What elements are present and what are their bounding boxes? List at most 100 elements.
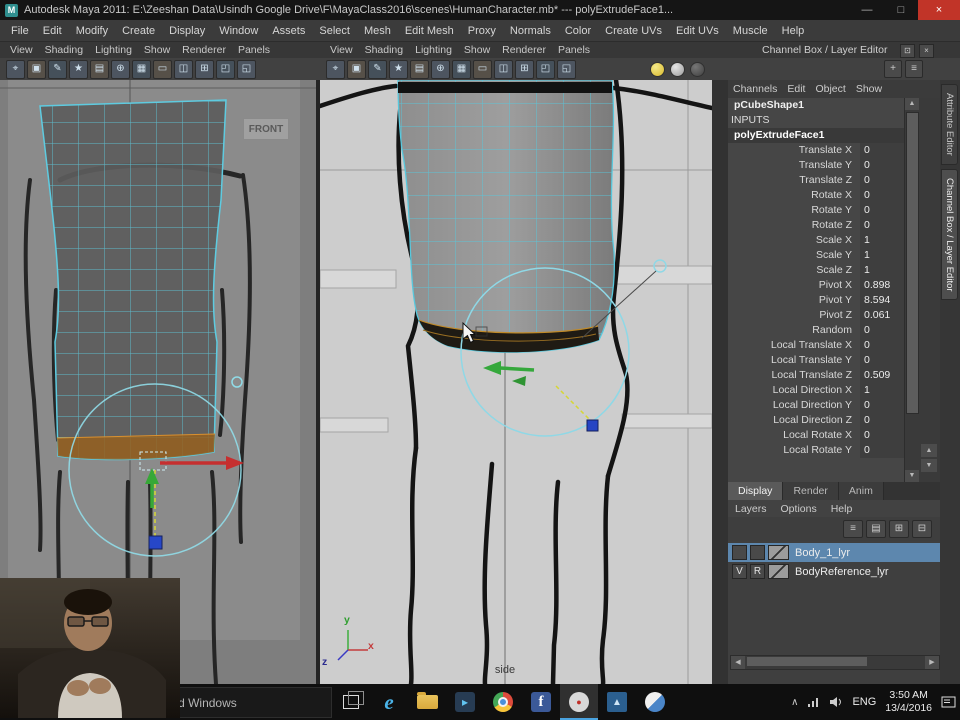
film-gate-icon[interactable]: ▭ <box>153 60 172 79</box>
layer-sort-icon[interactable]: ≡ <box>843 520 863 538</box>
action-center-icon[interactable] <box>941 696 956 708</box>
layer-menu-item[interactable]: Layers <box>728 503 774 515</box>
input-node-name[interactable]: polyExtrudeFace1 <box>728 128 904 143</box>
layer-list-scrollbar[interactable]: ◀ ▶ <box>730 655 940 670</box>
image-plane-icon[interactable]: ▤ <box>410 60 429 79</box>
panel-menu-item[interactable]: Shading <box>359 44 410 56</box>
safe-title-icon[interactable]: ◱ <box>237 60 256 79</box>
screen-recorder-button[interactable]: ● <box>560 684 598 720</box>
channel-attribute-value[interactable]: 0 <box>860 143 904 158</box>
torso-mesh-3d[interactable] <box>397 80 615 353</box>
layer-color-swatch[interactable] <box>768 545 789 560</box>
layer-row[interactable]: V R BodyReference_lyr <box>728 562 940 581</box>
menu-item[interactable]: Edit Mesh <box>398 25 461 37</box>
z-axis-handle[interactable] <box>586 419 599 432</box>
menu-item[interactable]: Create <box>115 25 162 37</box>
new-empty-layer-icon[interactable]: ⊞ <box>889 520 909 538</box>
new-layer-from-selected-icon[interactable]: ⊟ <box>912 520 932 538</box>
task-view-button[interactable] <box>332 684 370 720</box>
taskbar-clock[interactable]: 3:50 AM 13/4/2016 <box>885 689 932 715</box>
gom-player-button[interactable] <box>636 684 674 720</box>
z-axis-handle[interactable] <box>148 535 163 550</box>
volume-icon[interactable] <box>829 696 843 708</box>
layer-editor-tab[interactable]: Anim <box>838 482 884 500</box>
torso-wireframe-mesh[interactable] <box>39 99 227 461</box>
channel-speed-menu-icon[interactable]: ≡ <box>905 60 923 78</box>
channel-attribute-value[interactable]: 0.509 <box>860 368 904 383</box>
layer-menu-item[interactable]: Help <box>824 503 860 515</box>
panel-menu-item[interactable]: Panels <box>232 44 276 56</box>
channel-list-scrollbar[interactable]: ▲ ▼ <box>904 98 919 482</box>
scroll-down-icon[interactable]: ▼ <box>921 459 937 472</box>
show-manipulator-icon[interactable]: + <box>884 60 902 78</box>
channel-box-menu-item[interactable]: Channels <box>728 83 782 95</box>
scroll-down-icon[interactable]: ▼ <box>905 470 919 482</box>
channel-attribute-value[interactable]: 0 <box>860 218 904 233</box>
two-d-pan-zoom-icon[interactable]: ⊕ <box>111 60 130 79</box>
menu-item[interactable]: Normals <box>503 25 558 37</box>
scroll-left-icon[interactable]: ◀ <box>731 656 745 669</box>
channel-attribute-value[interactable]: 1 <box>860 263 904 278</box>
resolution-gate-icon[interactable]: ◫ <box>494 60 513 79</box>
channel-attribute-value[interactable]: 0 <box>860 428 904 443</box>
channel-attribute-value[interactable]: 0 <box>860 188 904 203</box>
menu-item[interactable]: Edit UVs <box>669 25 726 37</box>
menu-item[interactable]: Muscle <box>726 25 775 37</box>
layer-display-type-toggle[interactable] <box>750 545 765 560</box>
panel-menu-item[interactable]: Shading <box>39 44 90 56</box>
layer-editor-tab[interactable]: Render <box>783 482 839 500</box>
scroll-up-icon[interactable]: ▲ <box>921 444 937 457</box>
menu-item[interactable]: Create UVs <box>598 25 669 37</box>
field-chart-icon[interactable]: ⊞ <box>515 60 534 79</box>
photos-button[interactable]: ▲ <box>598 684 636 720</box>
menu-item[interactable]: Edit <box>36 25 69 37</box>
side-viewport[interactable]: y x z side <box>320 80 712 684</box>
menu-item[interactable]: Select <box>312 25 357 37</box>
dock-panel-icon[interactable]: ⊡ <box>900 44 915 58</box>
two-d-pan-zoom-icon[interactable]: ⊕ <box>431 60 450 79</box>
field-chart-icon[interactable]: ⊞ <box>195 60 214 79</box>
panel-menu-item[interactable]: Lighting <box>409 44 458 56</box>
scroll-right-icon[interactable]: ▶ <box>925 656 939 669</box>
side-viewport-canvas[interactable] <box>320 80 712 684</box>
menu-item[interactable]: Help <box>775 25 812 37</box>
channel-attribute-value[interactable]: 0 <box>860 203 904 218</box>
panel-menu-item[interactable]: Renderer <box>176 44 232 56</box>
close-panel-icon[interactable]: × <box>919 44 934 58</box>
menu-item[interactable]: File <box>4 25 36 37</box>
channel-box-menu-item[interactable]: Edit <box>782 83 810 95</box>
channel-attribute-value[interactable]: 8.594 <box>860 293 904 308</box>
panel-menu-item[interactable]: View <box>324 44 359 56</box>
menu-item[interactable]: Window <box>212 25 265 37</box>
network-icon[interactable] <box>807 697 820 708</box>
chrome-button[interactable] <box>484 684 522 720</box>
default-lighting-icon[interactable] <box>650 62 665 77</box>
select-camera-icon[interactable]: ⌖ <box>326 60 345 79</box>
channel-attribute-value[interactable]: 0 <box>860 413 904 428</box>
sidebar-tab[interactable]: Attribute Editor <box>941 84 958 165</box>
layer-display-type-toggle[interactable]: R <box>750 564 765 579</box>
menu-item[interactable]: Modify <box>69 25 115 37</box>
layer-visibility-toggle[interactable]: V <box>732 564 747 579</box>
camera-attributes-icon[interactable]: ✎ <box>48 60 67 79</box>
all-lights-icon[interactable] <box>670 62 685 77</box>
internet-explorer-button[interactable]: e <box>370 684 408 720</box>
menu-item[interactable]: Mesh <box>357 25 398 37</box>
layer-color-swatch[interactable] <box>768 564 789 579</box>
safe-action-icon[interactable]: ◰ <box>536 60 555 79</box>
channel-attribute-value[interactable]: 1 <box>860 233 904 248</box>
panel-menu-item[interactable]: Renderer <box>496 44 552 56</box>
channel-box-menu-item[interactable]: Show <box>851 83 887 95</box>
channel-attribute-value[interactable]: 0 <box>860 323 904 338</box>
channel-box-menu-item[interactable]: Object <box>810 83 850 95</box>
maximize-button[interactable]: □ <box>884 0 918 20</box>
lock-camera-icon[interactable]: ▣ <box>347 60 366 79</box>
shape-node-name[interactable]: pCubeShape1 <box>728 98 904 113</box>
no-lights-icon[interactable] <box>690 62 705 77</box>
camera-attributes-icon[interactable]: ✎ <box>368 60 387 79</box>
panel-menu-item[interactable]: View <box>4 44 39 56</box>
safe-title-icon[interactable]: ◱ <box>557 60 576 79</box>
panel-menu-item[interactable]: Show <box>458 44 496 56</box>
channel-attribute-value[interactable]: 0 <box>860 398 904 413</box>
resolution-gate-icon[interactable]: ◫ <box>174 60 193 79</box>
